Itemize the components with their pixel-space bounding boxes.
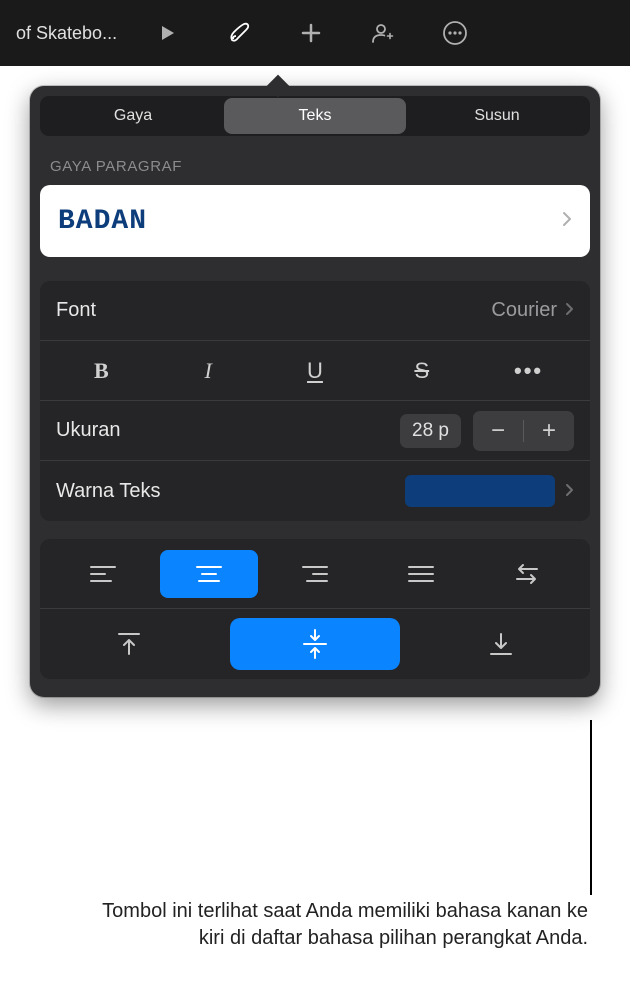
- align-left-button[interactable]: [54, 550, 152, 598]
- align-center-button[interactable]: [160, 550, 258, 598]
- valign-middle-icon: [300, 628, 330, 660]
- tab-text[interactable]: Teks: [224, 98, 406, 134]
- horizontal-align-row: [40, 539, 590, 609]
- size-label: Ukuran: [56, 419, 400, 442]
- size-row: Ukuran 28 p − +: [40, 401, 590, 461]
- strikethrough-button[interactable]: S: [368, 349, 475, 393]
- paragraph-style-value: BADAN: [58, 206, 562, 237]
- format-tabs: Gaya Teks Susun: [40, 96, 590, 136]
- text-direction-button[interactable]: [478, 550, 576, 598]
- font-label: Font: [56, 299, 491, 322]
- chevron-right-icon: [562, 210, 572, 233]
- align-right-button[interactable]: [266, 550, 364, 598]
- format-brush-icon[interactable]: [217, 11, 261, 55]
- valign-middle-button[interactable]: [230, 618, 400, 670]
- align-right-icon: [301, 564, 329, 584]
- align-justify-button[interactable]: [372, 550, 470, 598]
- ellipsis-icon: •••: [514, 358, 543, 384]
- size-decrease-button[interactable]: −: [473, 411, 523, 451]
- underline-icon: U: [307, 358, 323, 384]
- more-icon[interactable]: [433, 11, 477, 55]
- text-color-label: Warna Teks: [56, 480, 405, 503]
- text-color-row[interactable]: Warna Teks: [40, 461, 590, 521]
- valign-bottom-icon: [488, 630, 514, 658]
- italic-icon: I: [205, 358, 212, 384]
- bold-icon: B: [94, 358, 109, 384]
- vertical-align-row: [40, 609, 590, 679]
- size-value[interactable]: 28 p: [400, 414, 461, 448]
- more-font-options-button[interactable]: •••: [475, 349, 582, 393]
- font-style-row: B I U S •••: [40, 341, 590, 401]
- collaborate-icon[interactable]: [361, 11, 405, 55]
- align-center-icon: [195, 564, 223, 584]
- play-icon[interactable]: [145, 11, 189, 55]
- tab-arrange[interactable]: Susun: [406, 98, 588, 134]
- valign-top-icon: [116, 630, 142, 658]
- font-picker-row[interactable]: Font Courier: [40, 281, 590, 341]
- format-popover: Gaya Teks Susun GAYA PARAGRAF BADAN Font…: [30, 86, 600, 697]
- align-justify-icon: [407, 564, 435, 584]
- callout-text: Tombol ini terlihat saat Anda memiliki b…: [90, 898, 588, 952]
- document-title: of Skatebo...: [16, 23, 117, 44]
- chevron-right-icon: [565, 300, 574, 321]
- strikethrough-icon: S: [414, 358, 429, 384]
- valign-top-button[interactable]: [79, 618, 179, 670]
- chevron-right-icon: [565, 481, 574, 502]
- size-increase-button[interactable]: +: [524, 411, 574, 451]
- size-stepper: − +: [473, 411, 574, 451]
- text-direction-icon: [513, 563, 541, 585]
- font-value: Courier: [491, 299, 557, 322]
- callout-line: [590, 720, 592, 895]
- add-icon[interactable]: [289, 11, 333, 55]
- top-toolbar: of Skatebo...: [0, 0, 630, 66]
- valign-bottom-button[interactable]: [451, 618, 551, 670]
- text-color-swatch[interactable]: [405, 475, 555, 507]
- paragraph-style-picker[interactable]: BADAN: [40, 185, 590, 257]
- font-group: Font Courier B I U S ••• Ukuran 28 p − +…: [40, 281, 590, 521]
- align-left-icon: [89, 564, 117, 584]
- bold-button[interactable]: B: [48, 349, 155, 393]
- underline-button[interactable]: U: [262, 349, 369, 393]
- italic-button[interactable]: I: [155, 349, 262, 393]
- tab-style[interactable]: Gaya: [42, 98, 224, 134]
- paragraph-style-header: GAYA PARAGRAF: [40, 158, 590, 185]
- alignment-group: [40, 539, 590, 679]
